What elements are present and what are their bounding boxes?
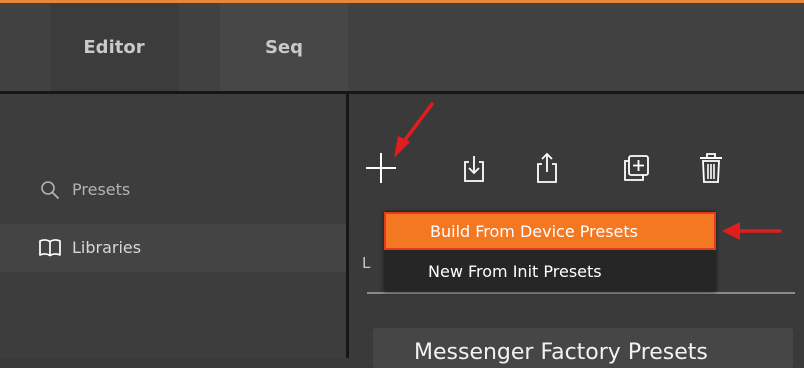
search-icon xyxy=(38,178,62,202)
menu-item-label: New From Init Presets xyxy=(428,261,602,281)
sidebar-item-label: Libraries xyxy=(72,238,142,257)
share-icon xyxy=(537,152,557,183)
share-button[interactable] xyxy=(531,151,563,185)
menu-item-label: Build From Device Presets xyxy=(430,221,639,241)
library-card-title: Messenger Factory Presets xyxy=(414,340,708,365)
trash-icon xyxy=(700,153,722,183)
delete-button[interactable] xyxy=(695,151,727,185)
menu-item-new-from-init[interactable]: New From Init Presets xyxy=(384,252,716,290)
sidebar: Presets Libraries xyxy=(0,94,346,358)
tab-editor[interactable]: Editor xyxy=(50,3,178,91)
top-bar: Editor Seq xyxy=(0,3,804,91)
duplicate-icon xyxy=(624,155,649,181)
sidebar-item-libraries[interactable]: Libraries xyxy=(0,224,346,272)
tab-seq[interactable]: Seq xyxy=(220,3,348,91)
sidebar-item-presets[interactable]: Presets xyxy=(0,166,346,214)
tab-seq-label: Seq xyxy=(264,36,304,58)
tab-editor-label: Editor xyxy=(83,36,145,58)
duplicate-button[interactable] xyxy=(620,151,652,185)
sidebar-item-label: Presets xyxy=(72,180,131,199)
menu-item-build-from-device[interactable]: Build From Device Presets xyxy=(384,212,716,250)
book-icon xyxy=(38,236,62,260)
annotation-arrow-down xyxy=(394,102,434,158)
add-preset-menu: Build From Device Presets New From Init … xyxy=(384,211,716,291)
import-icon xyxy=(464,156,484,182)
library-card[interactable]: Messenger Factory Presets xyxy=(373,328,793,368)
import-button[interactable] xyxy=(458,151,490,185)
list-header-partial: L xyxy=(362,254,371,272)
list-header-underline xyxy=(367,292,795,294)
annotation-arrow-left xyxy=(722,222,782,240)
